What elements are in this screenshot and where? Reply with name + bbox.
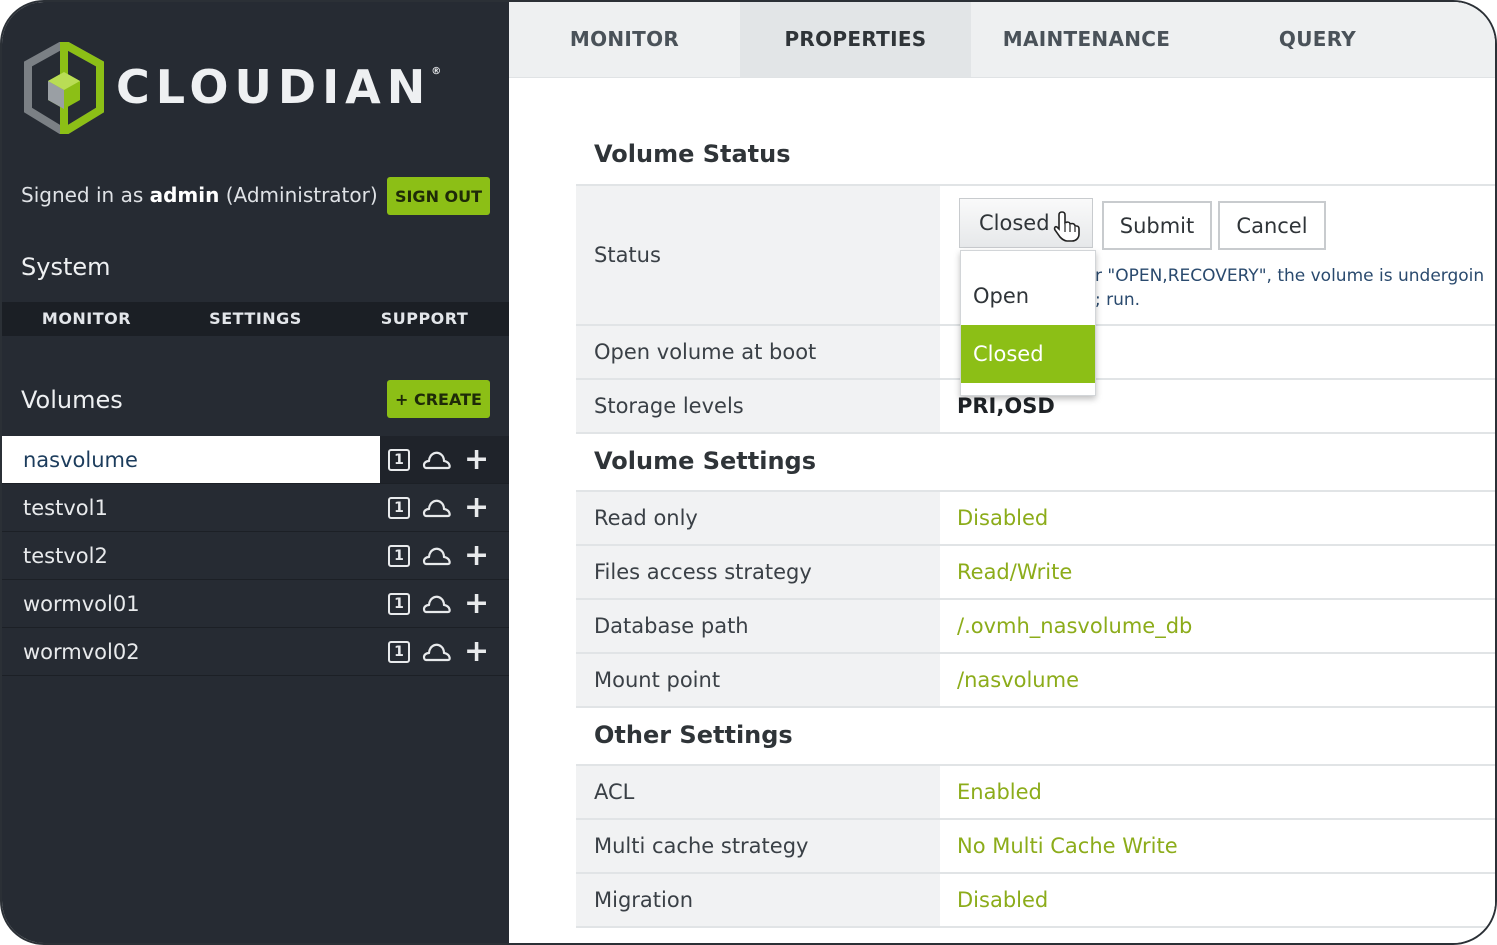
other-settings-title: Other Settings: [594, 721, 793, 749]
read-only-value[interactable]: Disabled: [940, 492, 1495, 544]
files-access-strategy-label: Files access strategy: [576, 546, 940, 598]
acl-label: ACL: [576, 766, 940, 818]
subnav-support[interactable]: SUPPORT: [340, 302, 509, 336]
tab-maintenance[interactable]: MAINTENANCE: [971, 2, 1202, 77]
tab-monitor[interactable]: MONITOR: [509, 2, 740, 77]
sidebar: CLOUDIAN® Signed in as admin (Administra…: [2, 2, 509, 943]
storage-levels-label: Storage levels: [576, 380, 940, 432]
migration-label: Migration: [576, 874, 940, 926]
volume-number-icon[interactable]: 1: [388, 592, 410, 615]
submit-button[interactable]: Submit: [1102, 201, 1212, 250]
migration-value[interactable]: Disabled: [940, 874, 1495, 926]
multi-cache-strategy-label: Multi cache strategy: [576, 820, 940, 872]
sign-out-button[interactable]: SIGN OUT: [387, 177, 490, 215]
user-name: admin: [149, 183, 220, 207]
database-path-label: Database path: [576, 600, 940, 652]
volume-number-icon[interactable]: 1: [388, 544, 410, 567]
mount-point-row: Mount point/nasvolume: [576, 652, 1495, 708]
volume-name[interactable]: wormvol01: [2, 580, 380, 627]
create-volume-button[interactable]: + CREATE: [387, 380, 490, 418]
cloudian-logo-icon: [24, 37, 104, 140]
system-subnav: MONITOR SETTINGS SUPPORT: [2, 302, 509, 336]
cancel-button[interactable]: Cancel: [1218, 201, 1326, 250]
cloud-icon[interactable]: [422, 593, 452, 615]
subnav-settings[interactable]: SETTINGS: [171, 302, 340, 336]
read-only-label: Read only: [576, 492, 940, 544]
cloud-icon[interactable]: [422, 641, 452, 663]
status-help-text: r "OPEN,RECOVERY", the volume is undergo…: [1095, 266, 1485, 310]
cloud-icon[interactable]: [422, 497, 452, 519]
subnav-monitor[interactable]: MONITOR: [2, 302, 171, 336]
signed-in-text: Signed in as admin (Administrator): [21, 183, 378, 207]
volume-list-item[interactable]: wormvol02 1 +: [2, 628, 509, 676]
status-dropdown-menu: Open Closed: [960, 250, 1096, 396]
volume-settings-title: Volume Settings: [594, 447, 816, 475]
volume-number-icon[interactable]: 1: [388, 448, 410, 471]
volume-name[interactable]: testvol1: [2, 484, 380, 531]
brand-name: CLOUDIAN®: [116, 60, 442, 114]
volume-settings-table: Read only Disabled Files access strategy Re…: [576, 490, 1495, 708]
multi-cache-strategy-row: Multi cache strategy No Multi Cache Write: [576, 818, 1495, 872]
status-option-open[interactable]: Open: [961, 267, 1095, 325]
add-icon[interactable]: +: [464, 588, 489, 618]
add-icon[interactable]: +: [464, 492, 489, 522]
volume-number-icon[interactable]: 1: [388, 496, 410, 519]
volume-status-title: Volume Status: [594, 140, 791, 168]
database-path-value[interactable]: /.ovmh_nasvolume_db: [940, 600, 1495, 652]
volume-actions: 1 +: [380, 444, 489, 474]
open-at-boot-label: Open volume at boot: [576, 326, 940, 378]
hand-cursor-icon: [1053, 211, 1080, 242]
app-frame: CLOUDIAN® Signed in as admin (Administra…: [0, 0, 1497, 945]
volume-name[interactable]: wormvol02: [2, 628, 380, 675]
volume-list-item[interactable]: nasvolume 1 +: [2, 436, 509, 484]
read-only-row: Read only Disabled: [576, 490, 1495, 544]
tab-bar: MONITOR PROPERTIES MAINTENANCE QUERY: [509, 2, 1495, 78]
acl-value[interactable]: Enabled: [940, 766, 1495, 818]
volume-list-item[interactable]: testvol1 1 +: [2, 484, 509, 532]
main-panel: MONITOR PROPERTIES MAINTENANCE QUERY Vol…: [509, 2, 1495, 943]
system-title: System: [21, 253, 111, 281]
cloud-icon[interactable]: [422, 545, 452, 567]
files-access-strategy-row: Files access strategy Read/Write: [576, 544, 1495, 598]
volume-actions: 1 +: [380, 636, 489, 666]
other-settings-table: ACL Enabled Multi cache strategy No Multi C…: [576, 764, 1495, 928]
cloudian-logo: CLOUDIAN®: [24, 37, 494, 140]
tab-properties[interactable]: PROPERTIES: [740, 2, 971, 77]
multi-cache-strategy-value[interactable]: No Multi Cache Write: [940, 820, 1495, 872]
add-icon[interactable]: +: [464, 636, 489, 666]
mount-point-label: Mount point: [576, 654, 940, 706]
volume-actions: 1 +: [380, 540, 489, 570]
files-access-strategy-value[interactable]: Read/Write: [940, 546, 1495, 598]
status-option-closed[interactable]: Closed: [961, 325, 1095, 383]
volume-list-item[interactable]: testvol2 1 +: [2, 532, 509, 580]
volume-list-item[interactable]: wormvol01 1 +: [2, 580, 509, 628]
volume-actions: 1 +: [380, 492, 489, 522]
acl-row: ACL Enabled: [576, 764, 1495, 818]
volume-name[interactable]: testvol2: [2, 532, 380, 579]
database-path-row: Database path/.ovmh_nasvolume_db: [576, 598, 1495, 652]
add-icon[interactable]: +: [464, 444, 489, 474]
mount-point-value[interactable]: /nasvolume: [940, 654, 1495, 706]
tab-query[interactable]: QUERY: [1202, 2, 1433, 77]
volume-list: nasvolume 1 + testvol1 1 + testvol2 1 + wormvol01…: [2, 436, 509, 676]
add-icon[interactable]: +: [464, 540, 489, 570]
volumes-title: Volumes: [21, 386, 123, 414]
volume-name[interactable]: nasvolume: [2, 436, 380, 483]
volume-number-icon[interactable]: 1: [388, 640, 410, 663]
migration-row: Migration Disabled: [576, 872, 1495, 928]
cloud-icon[interactable]: [422, 449, 452, 471]
volume-actions: 1 +: [380, 588, 489, 618]
status-label: Status: [576, 186, 940, 324]
